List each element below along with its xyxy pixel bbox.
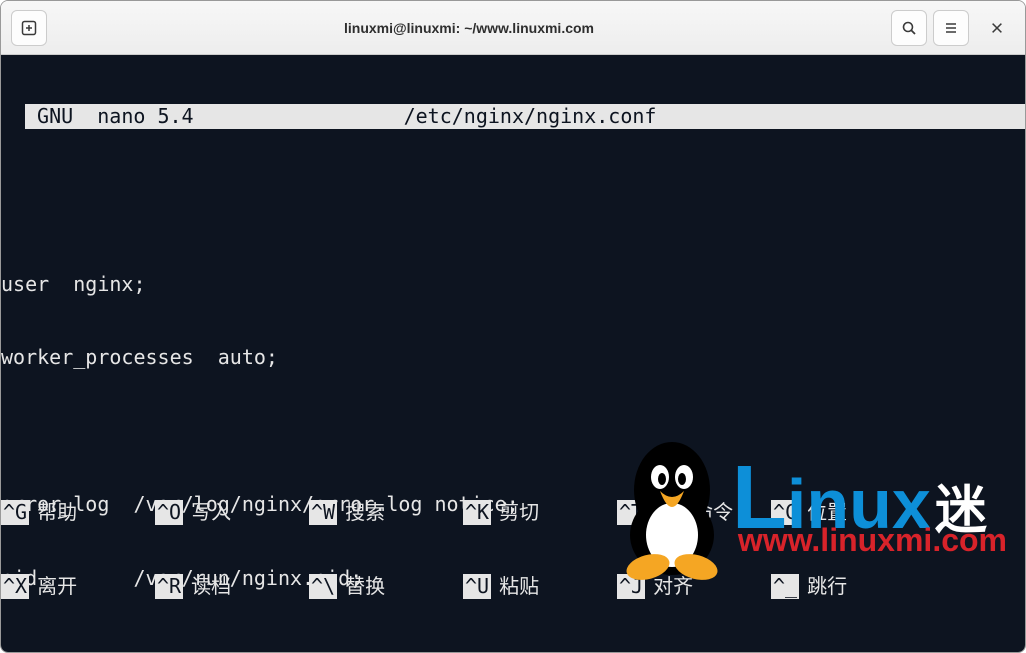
nano-filename: /etc/nginx/nginx.conf [194, 104, 1025, 129]
shortcut-replace: ^\替换 [309, 574, 463, 599]
hamburger-icon [943, 20, 959, 36]
shortcut-cut: ^K剪切 [463, 500, 617, 525]
shortcut-paste: ^U粘贴 [463, 574, 617, 599]
menu-button[interactable] [933, 10, 969, 46]
close-button[interactable] [979, 10, 1015, 46]
titlebar: linuxmi@linuxmi: ~/www.linuxmi.com [1, 1, 1025, 55]
shortcut-execute: ^T执行命令 [617, 500, 771, 525]
shortcut-position: ^C位置 [771, 500, 925, 525]
search-icon [901, 20, 917, 36]
shortcut-goto: ^_跳行 [771, 574, 925, 599]
shortcut-read: ^R读档 [155, 574, 309, 599]
search-button[interactable] [891, 10, 927, 46]
code-line: worker_processes auto; [1, 345, 1025, 370]
code-line: user nginx; [1, 272, 1025, 297]
terminal-body[interactable]: GNU nano 5.4 /etc/nginx/nginx.conf user … [1, 55, 1025, 652]
shortcut-exit: ^X离开 [1, 574, 155, 599]
nano-version: GNU nano 5.4 [25, 104, 194, 129]
shortcut-help: ^G帮助 [1, 500, 155, 525]
new-tab-button[interactable] [11, 10, 47, 46]
nano-shortcuts: ^G帮助 ^O写入 ^W搜索 ^K剪切 ^T执行命令 ^C位置 ^X离开 ^R读… [1, 451, 1025, 652]
new-tab-icon [21, 20, 37, 36]
shortcut-search: ^W搜索 [309, 500, 463, 525]
terminal-window: linuxmi@linuxmi: ~/www.linuxmi.com [0, 0, 1026, 653]
shortcut-writeout: ^O写入 [155, 500, 309, 525]
code-line [1, 419, 1025, 444]
close-icon [990, 21, 1004, 35]
nano-header: GNU nano 5.4 /etc/nginx/nginx.conf [25, 104, 1025, 129]
shortcut-justify: ^J对齐 [617, 574, 771, 599]
window-title: linuxmi@linuxmi: ~/www.linuxmi.com [47, 20, 891, 36]
